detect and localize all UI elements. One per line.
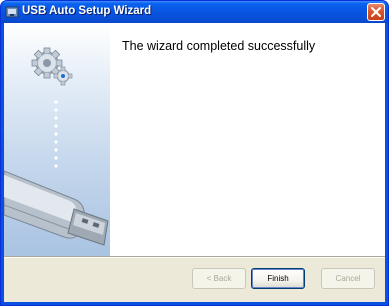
cancel-button[interactable]: Cancel — [321, 268, 375, 289]
dotted-trail — [54, 100, 58, 168]
usb-setup-app-icon — [5, 5, 19, 19]
wizard-side-banner — [4, 23, 110, 256]
wizard-window: USB Auto Setup Wizard The wizard complet… — [0, 0, 389, 306]
button-separator — [4, 256, 385, 258]
title-bar[interactable]: USB Auto Setup Wizard — [1, 1, 388, 23]
finish-button[interactable]: Finish — [251, 268, 305, 289]
wizard-content: The wizard completed successfully — [110, 23, 385, 256]
wizard-client-area: The wizard completed successfully < Back… — [4, 23, 385, 302]
usb-drive-icon — [4, 170, 109, 246]
close-button[interactable] — [367, 3, 385, 21]
close-icon — [371, 7, 381, 17]
window-title: USB Auto Setup Wizard — [22, 5, 152, 17]
back-button[interactable]: < Back — [192, 268, 246, 289]
gears-icon — [31, 47, 73, 86]
page-title: The wizard completed successfully — [122, 39, 316, 53]
